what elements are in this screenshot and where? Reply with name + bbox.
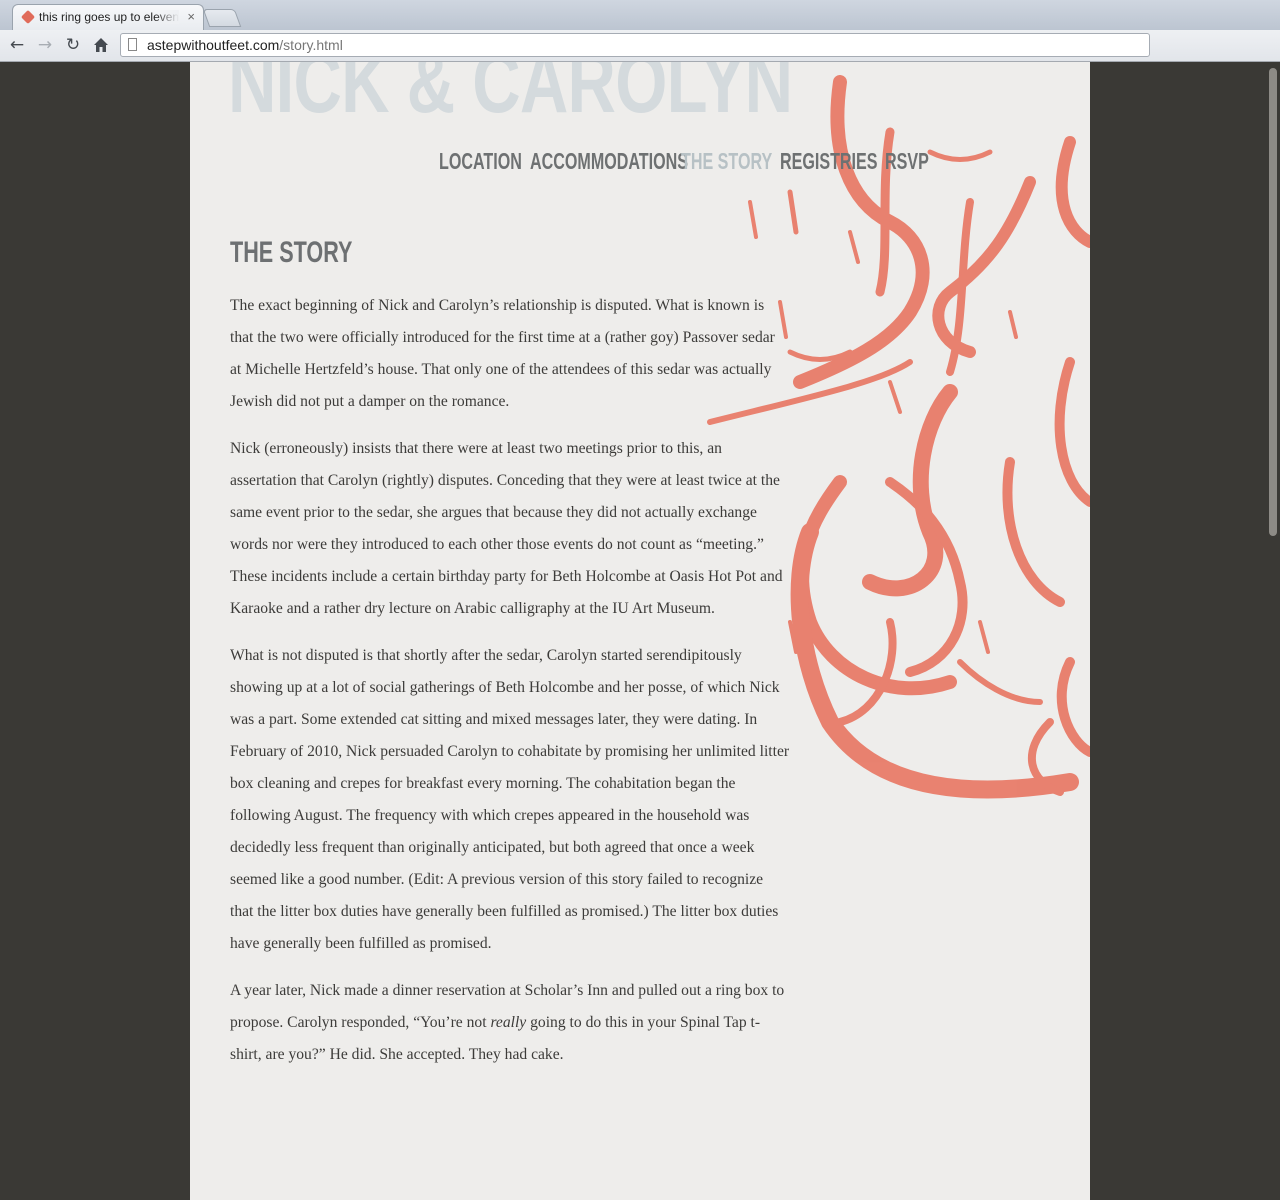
tab-title: this ring goes up to eleven [39, 10, 179, 24]
browser-toolbar: ← → ↻ astepwithoutfeet.com/story.html [0, 30, 1280, 62]
back-arrow-icon[interactable]: ← [6, 34, 28, 56]
tab-close-icon[interactable]: × [187, 9, 195, 24]
site-title[interactable]: NICK & CAROLYN [228, 62, 793, 126]
address-bar[interactable]: astepwithoutfeet.com/story.html [120, 33, 1150, 57]
page-scrollbar[interactable] [1266, 62, 1280, 1200]
reload-icon[interactable]: ↻ [62, 34, 84, 56]
story-paragraph-4: A year later, Nick made a dinner reserva… [230, 975, 790, 1071]
story-paragraph-2: Nick (erroneously) insists that there we… [230, 440, 783, 617]
url-text: astepwithoutfeet.com/story.html [147, 34, 343, 56]
story-paragraph-4-emphasis: really [490, 1014, 527, 1031]
nav-link-the-story[interactable]: THE STORY [681, 148, 772, 175]
new-tab-button[interactable] [202, 9, 242, 27]
nav-link-location[interactable]: LOCATION [439, 148, 522, 175]
nav-link-rsvp[interactable]: RSVP [885, 148, 929, 175]
browser-tab-strip: this ring goes up to eleven × [0, 0, 1280, 30]
nav-link-registries[interactable]: REGISTRIES [780, 148, 878, 175]
browser-tab[interactable]: this ring goes up to eleven × [12, 4, 204, 30]
nav-link-accommodations[interactable]: ACCOMMODATIONS [530, 148, 688, 175]
scrollbar-thumb[interactable] [1269, 68, 1277, 536]
url-host: astepwithoutfeet.com [147, 37, 280, 53]
page-icon [128, 38, 137, 51]
page-heading: THE STORY [230, 236, 353, 269]
url-path: /story.html [279, 37, 343, 53]
page-content: NICK & CAROLYN LOCATION ACCOMMODATIONS T… [190, 62, 1090, 1200]
story-article: THE STORY The exact beginning of Nick an… [230, 238, 790, 1086]
story-paragraph-1: The exact beginning of Nick and Carolyn’… [230, 297, 775, 410]
site-favicon-icon [20, 9, 36, 25]
home-icon[interactable] [90, 34, 112, 56]
forward-arrow-icon[interactable]: → [34, 34, 56, 56]
main-nav: LOCATION ACCOMMODATIONS THE STORY REGIST… [190, 148, 1090, 178]
story-paragraph-3: What is not disputed is that shortly aft… [230, 647, 790, 952]
